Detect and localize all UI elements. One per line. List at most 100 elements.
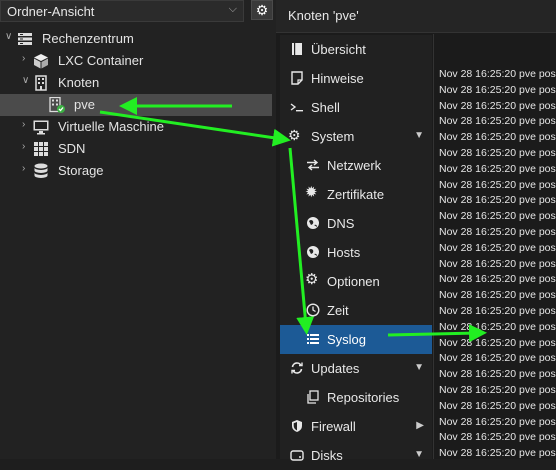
tree-item-virtual-machine[interactable]: › Virtuelle Maschine [0,116,276,138]
nav-item-repositories[interactable]: Repositories [280,383,432,412]
syslog-line: Nov 28 16:25:20 pve pos [439,320,556,333]
copy-icon [307,390,319,404]
syslog-line: Nov 28 16:25:20 pve pos [439,131,556,144]
nav-item-label: Hosts [327,245,361,260]
cube-icon [34,54,48,69]
nav-item-label: Zeit [327,303,349,318]
globe-icon [307,246,319,258]
note-icon [291,71,303,85]
book-icon [292,43,302,55]
syslog-line: Nov 28 16:25:20 pve pos [439,241,556,254]
nav-item-network[interactable]: Netzwerk [280,151,432,180]
building-icon [35,75,47,91]
nav-item-system[interactable]: ⚙ System ▼ [280,122,432,151]
syslog-line: Nov 28 16:25:20 pve pos [439,210,556,223]
caret-right-icon[interactable]: ▶ [416,420,424,431]
expand-toggle-icon[interactable]: › [22,141,25,152]
syslog-line: Nov 28 16:25:20 pve pos [439,226,556,238]
disk-icon [290,450,304,461]
page-title: Knoten 'pve' [288,8,359,23]
tree-item-label: Rechenzentrum [42,31,134,46]
syslog-line: Nov 28 16:25:20 pve pos [439,115,556,128]
nav-item-certificates[interactable]: ✹ Zertifikate [280,180,432,209]
nav-item-label: Updates [311,361,360,376]
expand-toggle-icon[interactable]: › [22,163,25,174]
syslog-line: Nov 28 16:25:20 pve pos [439,83,556,96]
refresh-icon [291,362,303,374]
nav-item-overview[interactable]: Übersicht [280,35,432,64]
tree-item-sdn[interactable]: › SDN [0,138,276,160]
nav-item-dns[interactable]: DNS [280,209,432,238]
settings-gear-button[interactable]: ⚙ [251,0,273,20]
cogs-icon: ⚙ [288,127,301,143]
nav-item-label: Zertifikate [327,187,385,202]
nav-item-label: Repositories [327,390,400,405]
nav-item-notes[interactable]: Hinweise [280,64,432,93]
syslog-line: Nov 28 16:25:20 pve pos [439,305,556,317]
syslog-panel[interactable]: Nov 28 16:25:20 pve pos Nov 28 16:25:20 p… [433,34,556,459]
database-icon [34,163,48,178]
nav-item-label: Netzwerk [327,158,382,173]
tree-item-storage[interactable]: › Storage [0,160,276,182]
tree-item-nodes[interactable]: ∨ Knoten [0,72,276,94]
syslog-line: Nov 28 16:25:20 pve pos [439,178,556,191]
view-selector-value: Ordner-Ansicht [7,4,95,19]
expand-toggle-icon[interactable]: › [22,119,25,130]
nav-item-updates[interactable]: Updates ▼ [280,354,432,383]
server-rack-icon [18,33,32,45]
syslog-toolbar [434,34,556,68]
tree-item-label: Storage [58,163,104,178]
nav-item-firewall[interactable]: Firewall ▶ [280,412,432,441]
syslog-line: Nov 28 16:25:20 pve pos [439,431,556,444]
syslog-line: Nov 28 16:25:20 pve pos [439,99,556,112]
caret-down-icon[interactable]: ▼ [414,130,424,141]
syslog-line: Nov 28 16:25:20 pve pos [439,194,556,207]
syslog-line: Nov 28 16:25:20 pve pos [439,352,556,365]
gear-icon: ⚙ [305,271,319,288]
certificate-icon: ✹ [305,184,318,201]
nav-item-time[interactable]: Zeit [280,296,432,325]
gear-icon: ⚙ [255,2,269,18]
syslog-line: Nov 28 16:25:20 pve pos [439,447,556,459]
syslog-line: Nov 28 16:25:20 pve pos [439,399,556,412]
nav-item-label: System [311,129,355,144]
exchange-icon [307,159,319,171]
nav-item-label: DNS [327,216,355,231]
nav-item-syslog[interactable]: Syslog [280,325,432,354]
globe-icon [307,217,319,229]
syslog-line: Nov 28 16:25:20 pve pos [439,384,556,396]
tree-item-lxc-container[interactable]: › LXC Container [0,50,276,72]
expand-toggle-icon[interactable]: ∨ [5,31,12,42]
tree-item-label: Virtuelle Maschine [58,119,164,134]
syslog-line: Nov 28 16:25:20 pve pos [439,257,556,270]
view-selector[interactable]: Ordner-Ansicht ⌵ [0,0,244,22]
tree-item-label: Knoten [58,75,100,90]
tree-item-pve[interactable]: pve [0,94,272,116]
syslog-line: Nov 28 16:25:20 pve pos [439,336,556,349]
caret-down-icon[interactable]: ▼ [414,449,424,460]
clock-icon [306,303,320,317]
grid-icon [34,142,48,156]
tree-item-label: SDN [58,141,86,156]
nav-item-label: Übersicht [311,42,366,57]
content-header: Knoten 'pve' [276,0,556,33]
caret-down-icon[interactable]: ▼ [414,362,424,373]
nav-item-options[interactable]: ⚙ Optionen [280,267,432,296]
nav-item-shell[interactable]: Shell [280,93,432,122]
nav-item-disks[interactable]: Disks ▼ [280,441,432,470]
list-icon [307,334,319,344]
tree-item-datacenter[interactable]: ∨ Rechenzentrum [0,28,276,50]
syslog-line: Nov 28 16:25:20 pve pos [439,273,556,286]
expand-toggle-icon[interactable]: › [22,53,25,64]
syslog-line: Nov 28 16:25:20 pve pos [439,289,556,302]
expand-toggle-icon[interactable]: ∨ [22,75,29,86]
chevron-down-icon: ⌵ [228,3,237,15]
syslog-line: Nov 28 16:25:20 pve pos [439,162,556,175]
syslog-line: Nov 28 16:25:20 pve pos [439,147,556,159]
nav-item-label: Disks [311,448,343,463]
nav-item-label: Syslog [327,332,367,347]
tree-item-label: pve [74,97,95,112]
syslog-line: Nov 28 16:25:20 pve pos [439,368,556,381]
terminal-icon [290,103,303,112]
nav-item-hosts[interactable]: Hosts [280,238,432,267]
